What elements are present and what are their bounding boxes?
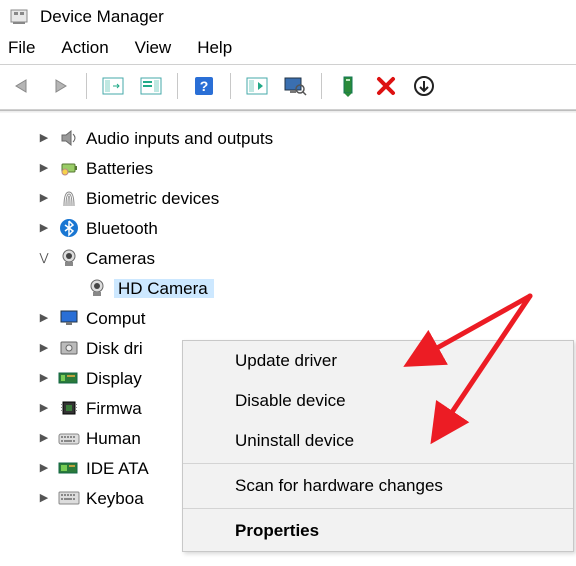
speaker-icon [58,127,80,149]
chevron-down-icon[interactable]: ⋁ [36,250,52,266]
window-title: Device Manager [40,7,164,27]
chevron-blank [64,280,80,296]
show-hidden-button[interactable] [95,69,131,103]
ctx-scan-hardware[interactable]: Scan for hardware changes [183,466,573,506]
camera-icon [86,277,108,299]
svg-text:?: ? [200,78,209,94]
chevron-right-icon[interactable]: ▶ [36,370,52,386]
monitor-search-button[interactable] [277,69,313,103]
bluetooth-icon [58,217,80,239]
ide-icon [58,457,80,479]
eject-button[interactable] [406,69,442,103]
toolbar-divider [177,73,178,99]
back-button[interactable] [4,69,40,103]
toolbar-divider [230,73,231,99]
tree-label: Bluetooth [86,220,158,237]
titlebar: Device Manager [0,0,576,34]
chevron-right-icon[interactable]: ▶ [36,460,52,476]
update-driver-button[interactable] [330,69,366,103]
disk-icon [58,337,80,359]
chevron-right-icon[interactable]: ▶ [36,340,52,356]
monitor-icon [58,307,80,329]
battery-icon [58,157,80,179]
camera-icon [58,247,80,269]
menu-help[interactable]: Help [197,38,232,58]
ctx-update-driver[interactable]: Update driver [183,341,573,381]
tree-label: Keyboa [86,490,144,507]
display-adapter-icon [58,367,80,389]
menu-file[interactable]: File [8,38,35,58]
chevron-right-icon[interactable]: ▶ [36,220,52,236]
keyboard-icon [58,487,80,509]
tree-label: Batteries [86,160,153,177]
ctx-separator [183,463,573,464]
context-menu: Update driver Disable device Uninstall d… [182,340,574,552]
chevron-right-icon[interactable]: ▶ [36,160,52,176]
toolbar-divider [321,73,322,99]
tree-label: Disk dri [86,340,143,357]
ctx-disable-device[interactable]: Disable device [183,381,573,421]
tree-item-biometric[interactable]: ▶ Biometric devices [36,183,576,213]
chevron-right-icon[interactable]: ▶ [36,130,52,146]
tree-item-audio[interactable]: ▶ Audio inputs and outputs [36,123,576,153]
tree-label-selected: HD Camera [114,279,214,298]
fingerprint-icon [58,187,80,209]
hid-icon [58,427,80,449]
toolbar: ? [0,64,576,110]
chevron-right-icon[interactable]: ▶ [36,190,52,206]
tree-label: IDE ATA [86,460,149,477]
tree-item-cameras[interactable]: ⋁ Cameras [36,243,576,273]
chevron-right-icon[interactable]: ▶ [36,400,52,416]
tree-label: Cameras [86,250,155,267]
help-button[interactable]: ? [186,69,222,103]
tree-item-bluetooth[interactable]: ▶ Bluetooth [36,213,576,243]
forward-button[interactable] [42,69,78,103]
menu-view[interactable]: View [135,38,172,58]
menubar: File Action View Help [0,34,576,64]
chip-icon [58,397,80,419]
menu-action[interactable]: Action [61,38,108,58]
chevron-right-icon[interactable]: ▶ [36,430,52,446]
tree-label: Audio inputs and outputs [86,130,273,147]
properties-panel-button[interactable] [133,69,169,103]
tree-item-batteries[interactable]: ▶ Batteries [36,153,576,183]
toolbar-divider [86,73,87,99]
ctx-uninstall-device[interactable]: Uninstall device [183,421,573,461]
tree-label: Biometric devices [86,190,219,207]
delete-button[interactable] [368,69,404,103]
tree-label: Human [86,430,141,447]
app-icon [8,6,30,28]
tree-item-hd-camera[interactable]: HD Camera [36,273,576,303]
ctx-properties[interactable]: Properties [183,511,573,551]
tree-label: Firmwa [86,400,142,417]
chevron-right-icon[interactable]: ▶ [36,490,52,506]
tree-label: Comput [86,310,146,327]
tree-item-computer[interactable]: ▶ Comput [36,303,576,333]
ctx-separator [183,508,573,509]
tree-label: Display [86,370,142,387]
scan-button[interactable] [239,69,275,103]
chevron-right-icon[interactable]: ▶ [36,310,52,326]
